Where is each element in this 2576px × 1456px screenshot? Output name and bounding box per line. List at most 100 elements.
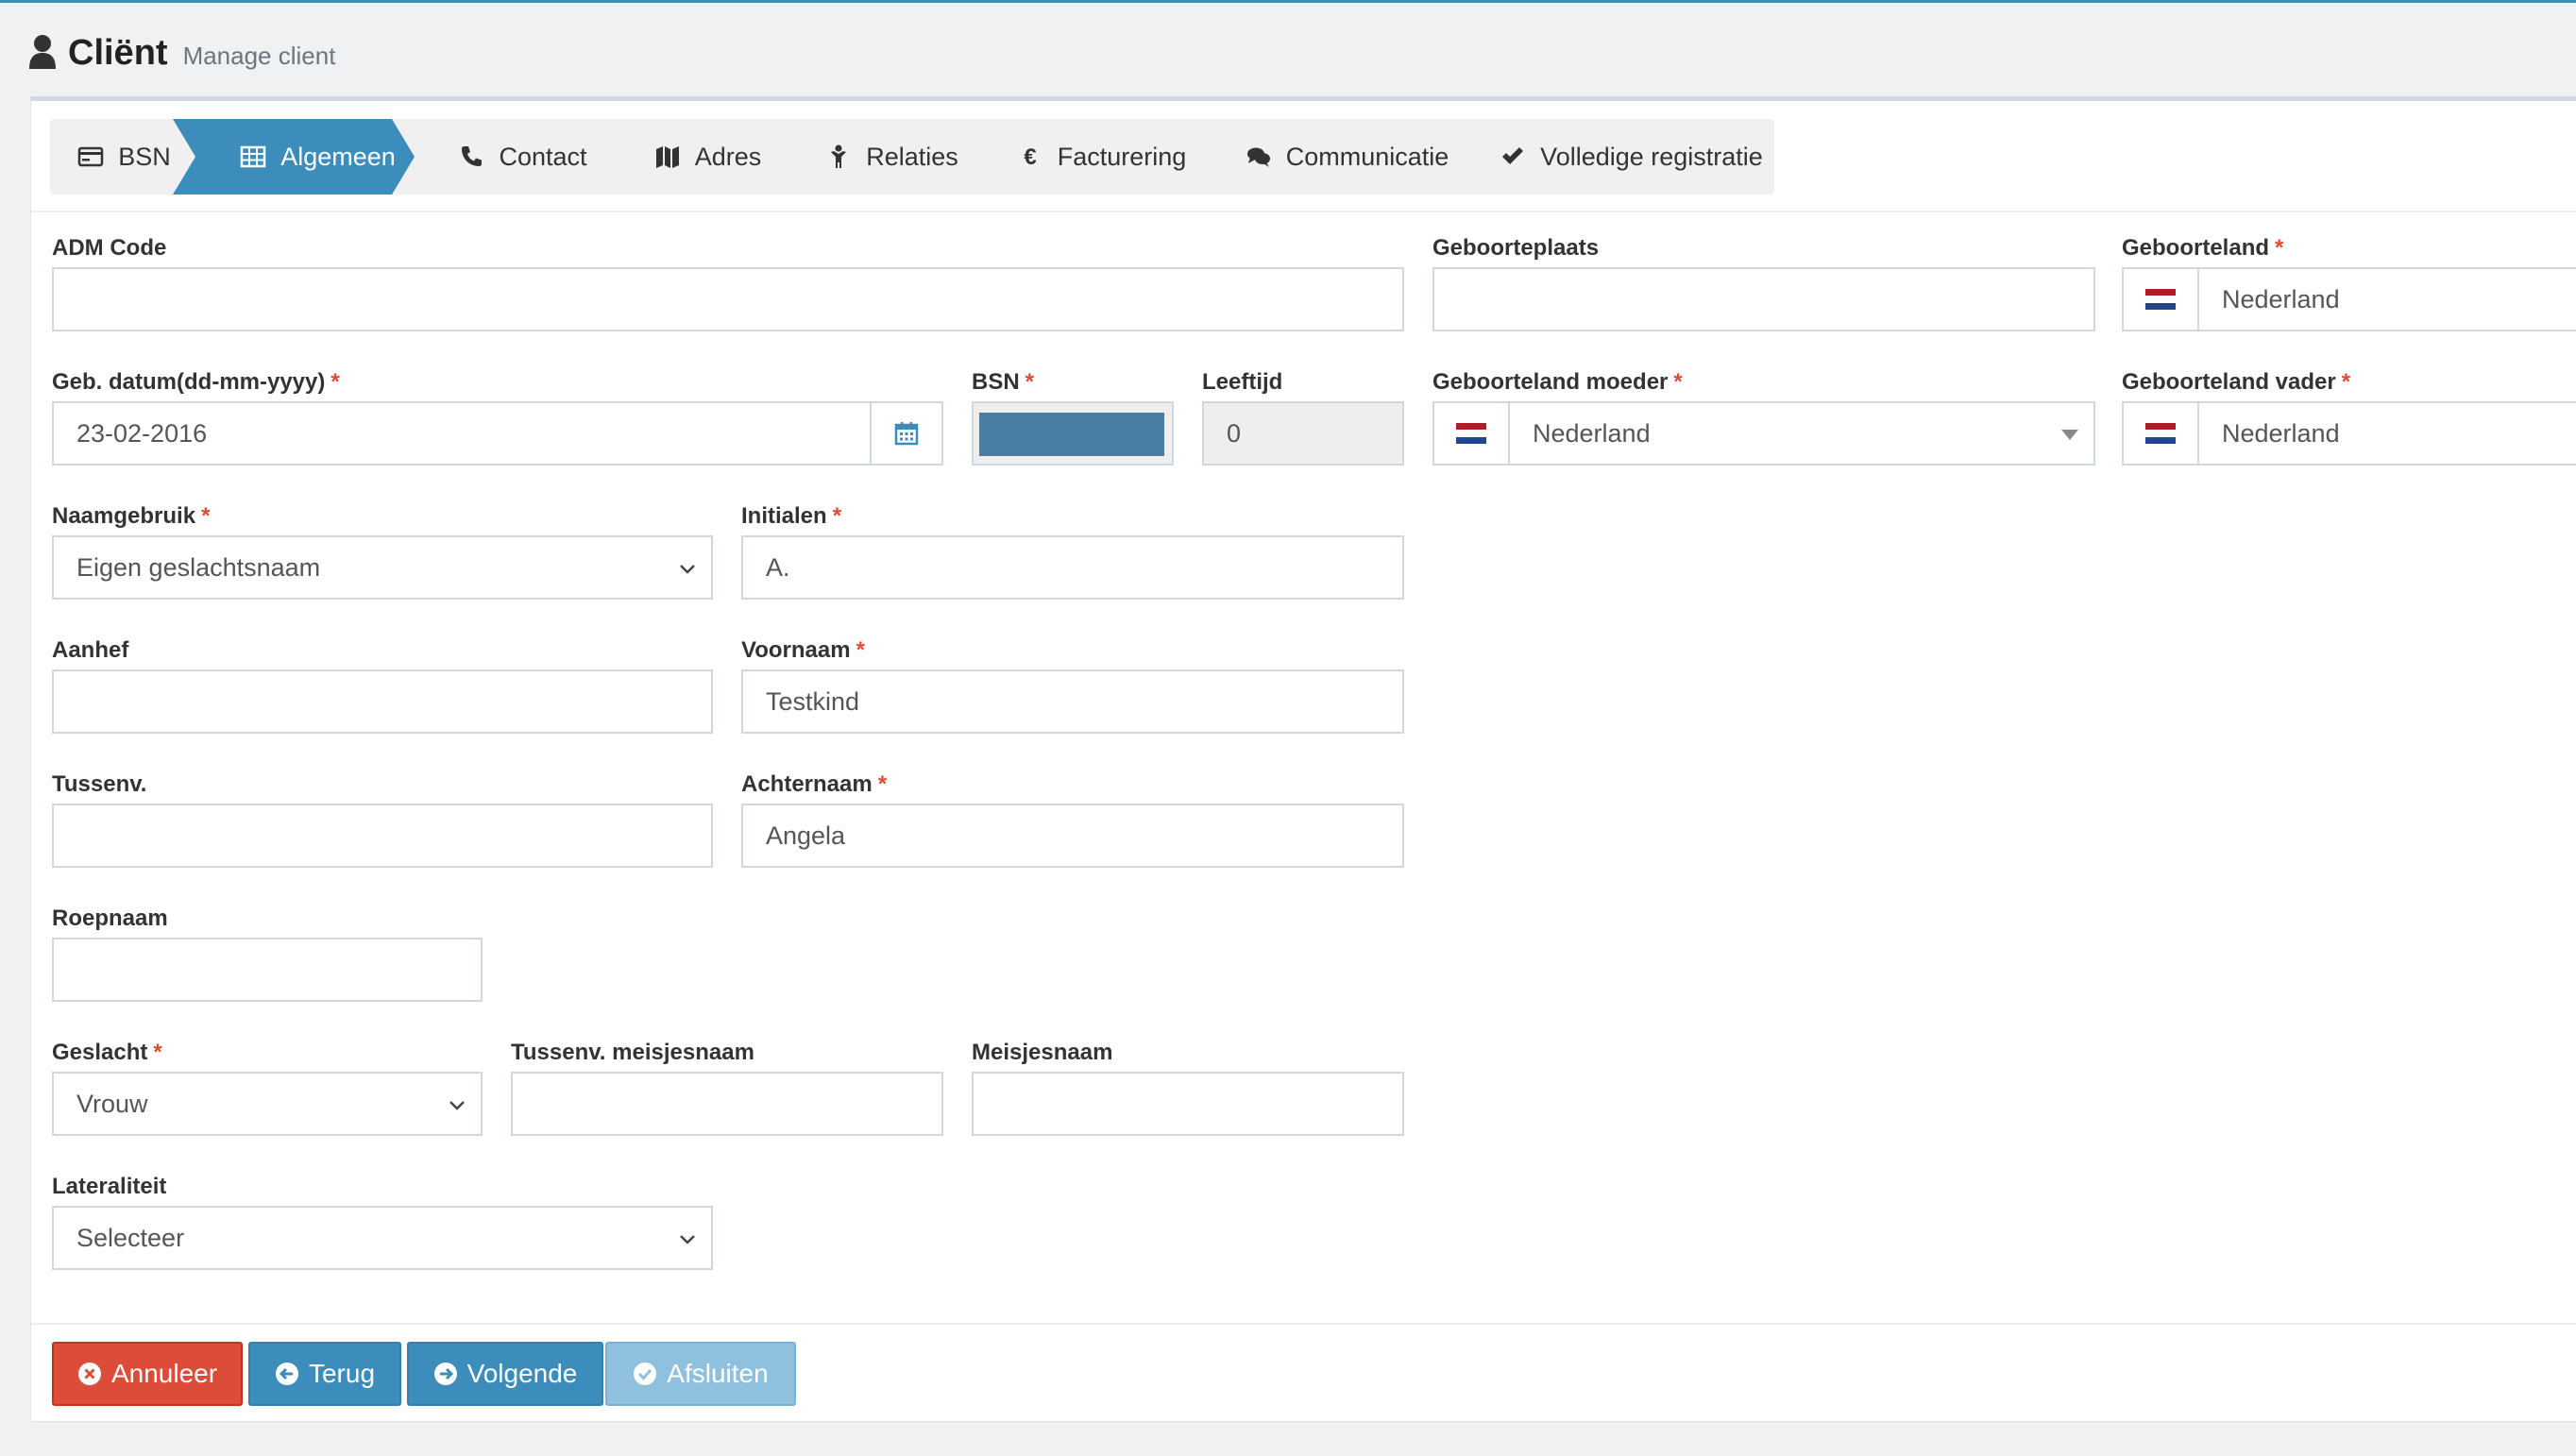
page-title: Cliënt	[68, 33, 168, 73]
geslacht-select[interactable]: Vrouw	[52, 1072, 483, 1136]
geboorteland-value: Nederland	[2222, 284, 2340, 313]
achternaam-group: Achternaam * Angela	[741, 771, 1404, 868]
table-icon	[239, 143, 267, 171]
client-form-box: BSN Algemeen Contact Adres Relaties € Fa…	[30, 96, 2576, 1422]
geb-datum-input[interactable]: 23-02-2016	[52, 401, 943, 466]
voornaam-group: Voornaam * Testkind	[741, 637, 1404, 734]
geslacht-label: Geslacht *	[52, 1040, 162, 1065]
voornaam-input[interactable]: Testkind	[741, 669, 1404, 734]
geb-datum-value: 23-02-2016	[76, 418, 208, 448]
roepnaam-input[interactable]	[52, 938, 483, 1002]
aanhef-input[interactable]	[52, 669, 713, 734]
step-adres[interactable]: Adres	[583, 119, 787, 195]
step-label: Relaties	[866, 142, 958, 171]
geboorteplaats-input[interactable]	[1432, 267, 2095, 331]
step-facturering[interactable]: € Facturering	[951, 119, 1206, 195]
bsn-group: BSN *	[972, 369, 1174, 466]
step-contact[interactable]: Contact	[392, 119, 607, 195]
meisjesnaam-input[interactable]	[972, 1072, 1404, 1136]
child-icon	[824, 143, 853, 171]
leeftijd-group: Leeftijd 0	[1202, 369, 1404, 466]
step-bsn[interactable]: BSN	[50, 119, 197, 195]
geboorteland-label: Geboorteland *	[2122, 235, 2284, 261]
naamgebruik-select[interactable]: Eigen geslachtsnaam	[52, 535, 713, 600]
tussenv-group: Tussenv.	[52, 771, 713, 868]
roepnaam-group: Roepnaam	[52, 906, 483, 1002]
achternaam-input[interactable]: Angela	[741, 804, 1404, 868]
step-label: Facturering	[1057, 142, 1187, 171]
bsn-redacted-value	[979, 413, 1164, 456]
geboorteland-moeder-select[interactable]: Nederland	[1432, 401, 2095, 466]
geboorteland-moeder-value: Nederland	[1533, 418, 1651, 448]
geb-datum-label: Geb. datum(dd-mm-yyyy) *	[52, 369, 340, 395]
steps-divider	[31, 211, 2576, 212]
geboorteplaats-group: Geboorteplaats	[1432, 235, 2095, 331]
adm-code-input[interactable]	[52, 267, 1404, 331]
leeftijd-label: Leeftijd	[1202, 369, 1283, 395]
meisjesnaam-label: Meisjesnaam	[972, 1040, 1113, 1065]
geslacht-group: Geslacht * Vrouw	[52, 1040, 483, 1136]
lateraliteit-label: Lateraliteit	[52, 1174, 167, 1199]
tussenv-label: Tussenv.	[52, 771, 147, 797]
voornaam-label: Voornaam *	[741, 637, 865, 663]
check-icon	[1499, 143, 1527, 171]
step-relaties[interactable]: Relaties	[762, 119, 975, 195]
check-circle-icon	[634, 1363, 657, 1385]
geboorteland-vader-select[interactable]: Nederland	[2122, 401, 2576, 466]
geboorteland-vader-label: Geboorteland vader *	[2122, 369, 2351, 395]
calendar-button[interactable]	[870, 403, 941, 464]
lateraliteit-value: Selecteer	[76, 1223, 185, 1252]
arrow-circle-left-icon	[275, 1363, 298, 1385]
comments-icon	[1245, 143, 1273, 171]
tussenv-meisjesnaam-group: Tussenv. meisjesnaam	[511, 1040, 943, 1136]
map-icon	[653, 143, 682, 171]
step-label: Algemeen	[280, 142, 396, 171]
step-label: Adres	[694, 142, 762, 171]
geboorteland-vader-group: Geboorteland vader * Nederland	[2122, 369, 2576, 466]
geslacht-value: Vrouw	[76, 1089, 148, 1118]
netherlands-flag-icon	[2145, 423, 2176, 444]
step-algemeen[interactable]: Algemeen	[173, 119, 416, 195]
arrow-circle-right-icon	[433, 1363, 457, 1385]
page-header: Cliënt Manage client	[28, 28, 335, 85]
aanhef-label: Aanhef	[52, 637, 129, 663]
times-circle-icon	[77, 1363, 101, 1385]
tussenv-meisjesnaam-input[interactable]	[511, 1072, 943, 1136]
euro-icon: €	[1016, 143, 1044, 171]
step-volledige-registratie[interactable]: Volledige registratie	[1442, 119, 1774, 195]
adm-code-group: ADM Code	[52, 235, 1404, 331]
user-icon	[29, 35, 56, 69]
tussenv-meisjesnaam-label: Tussenv. meisjesnaam	[511, 1040, 754, 1065]
top-accent-line	[0, 0, 2576, 3]
naamgebruik-value: Eigen geslachtsnaam	[76, 552, 321, 582]
tussenv-input[interactable]	[52, 804, 713, 868]
chevron-down-icon	[449, 1101, 465, 1110]
step-label: BSN	[118, 142, 171, 171]
volgende-button[interactable]: Volgende	[407, 1342, 603, 1406]
chevron-down-icon	[680, 1235, 695, 1244]
geboorteland-vader-value: Nederland	[2222, 418, 2340, 448]
naamgebruik-label: Naamgebruik *	[52, 503, 211, 529]
initialen-label: Initialen *	[741, 503, 842, 529]
lateraliteit-select[interactable]: Selecteer	[52, 1206, 713, 1270]
chevron-down-icon	[680, 565, 695, 574]
calendar-icon	[894, 422, 919, 446]
step-communicatie[interactable]: Communicatie	[1181, 119, 1466, 195]
geb-datum-group: Geb. datum(dd-mm-yyyy) * 23-02-2016	[52, 369, 943, 466]
afsluiten-button[interactable]: Afsluiten	[605, 1342, 796, 1406]
bsn-input[interactable]	[972, 401, 1174, 466]
aanhef-group: Aanhef	[52, 637, 713, 734]
page-subtitle: Manage client	[182, 42, 336, 70]
step-label: Volledige registratie	[1540, 142, 1763, 171]
meisjesnaam-group: Meisjesnaam	[972, 1040, 1404, 1136]
annuleer-button[interactable]: Annuleer	[52, 1342, 243, 1406]
step-label: Communicatie	[1285, 142, 1449, 171]
geboorteland-select[interactable]: Nederland	[2122, 267, 2576, 331]
geboorteplaats-label: Geboorteplaats	[1432, 235, 1600, 261]
roepnaam-label: Roepnaam	[52, 906, 168, 931]
terug-button[interactable]: Terug	[248, 1342, 401, 1406]
initialen-group: Initialen * A.	[741, 503, 1404, 600]
naamgebruik-group: Naamgebruik * Eigen geslachtsnaam	[52, 503, 713, 600]
initialen-input[interactable]: A.	[741, 535, 1404, 600]
netherlands-flag-icon	[1456, 423, 1486, 444]
